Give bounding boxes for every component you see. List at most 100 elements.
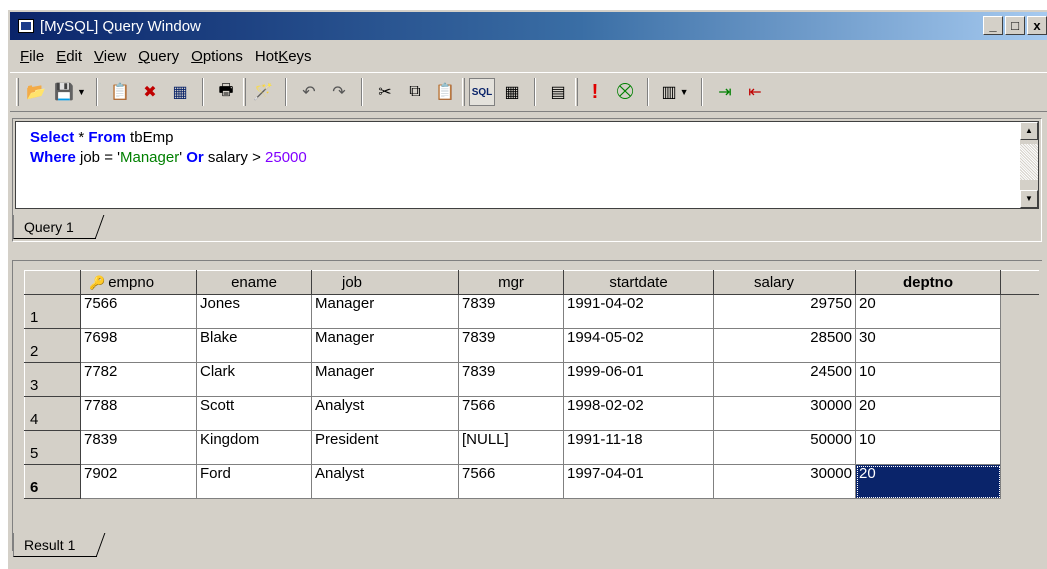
row-number[interactable]: 3 (24, 362, 81, 397)
column-header-empno[interactable]: 🔑 empno (80, 270, 197, 295)
cell-ename[interactable]: Scott (196, 396, 312, 431)
menu-query[interactable]: Query (132, 48, 185, 65)
undo-icon[interactable]: ↶ (296, 78, 322, 106)
open-folder-icon[interactable]: 📂 (23, 78, 49, 106)
cell-deptno[interactable]: 10 (855, 430, 1001, 465)
table-row[interactable]: 1 7566 Jones Manager 7839 1991-04-02 297… (24, 294, 1039, 329)
form-view-icon[interactable]: ▤ (545, 78, 571, 106)
cell-ename[interactable]: Clark (196, 362, 312, 397)
cell-ename[interactable]: Jones (196, 294, 312, 329)
corner-cell[interactable] (24, 270, 81, 295)
toolbar-grip[interactable] (575, 78, 578, 106)
editor-scrollbar[interactable]: ▲ ▼ (1020, 122, 1038, 208)
cell-mgr[interactable]: 7839 (458, 362, 564, 397)
query-editor[interactable]: Select * From tbEmp Where job = 'Manager… (15, 121, 1039, 209)
cell-startdate[interactable]: 1991-04-02 (563, 294, 714, 329)
column-header-startdate[interactable]: startdate (563, 270, 714, 295)
row-number[interactable]: 5 (24, 430, 81, 465)
cell-startdate[interactable]: 1994-05-02 (563, 328, 714, 363)
table-row[interactable]: 2 7698 Blake Manager 7839 1994-05-02 285… (24, 328, 1039, 363)
cell-startdate[interactable]: 1991-11-18 (563, 430, 714, 465)
cell-ename[interactable]: Ford (196, 464, 312, 499)
close-button[interactable]: x (1027, 16, 1047, 35)
print-icon[interactable]: 🖶 (213, 78, 239, 106)
stop-icon[interactable]: ⛒ (612, 78, 638, 106)
cell-mgr[interactable]: 7566 (458, 464, 564, 499)
table-row[interactable]: 3 7782 Clark Manager 7839 1999-06-01 245… (24, 362, 1039, 397)
cut-icon[interactable]: ✂ (372, 78, 398, 106)
column-header-deptno[interactable]: deptno (855, 270, 1001, 295)
delete-row-icon[interactable]: ⇤ (742, 78, 768, 106)
cell-salary[interactable]: 29750 (713, 294, 856, 329)
cell-salary[interactable]: 30000 (713, 464, 856, 499)
row-number[interactable]: 2 (24, 328, 81, 363)
cell-mgr[interactable]: 7839 (458, 294, 564, 329)
insert-row-icon[interactable]: ⇥ (712, 78, 738, 106)
cell-empno[interactable]: 7698 (80, 328, 197, 363)
menu-options[interactable]: Options (185, 48, 249, 65)
cell-ename[interactable]: Kingdom (196, 430, 312, 465)
menu-edit[interactable]: Edit (50, 48, 88, 65)
row-number[interactable]: 4 (24, 396, 81, 431)
new-query-icon[interactable]: 📋 (107, 78, 133, 106)
maximize-button[interactable]: □ (1005, 16, 1025, 35)
cell-job[interactable]: Manager (311, 362, 459, 397)
tab-result-1[interactable]: Result 1 (13, 533, 98, 557)
column-header-mgr[interactable]: mgr (458, 270, 564, 295)
column-header-ename[interactable]: ename (196, 270, 312, 295)
cell-salary[interactable]: 50000 (713, 430, 856, 465)
cell-salary[interactable]: 30000 (713, 396, 856, 431)
table-row[interactable]: 5 7839 Kingdom President [NULL] 1991-11-… (24, 430, 1039, 465)
cell-deptno-selected[interactable]: 20 (855, 464, 1001, 499)
minimize-button[interactable]: _ (983, 16, 1003, 35)
cell-mgr[interactable]: 7839 (458, 328, 564, 363)
cell-ename[interactable]: Blake (196, 328, 312, 363)
cell-empno[interactable]: 7839 (80, 430, 197, 465)
cell-empno[interactable]: 7566 (80, 294, 197, 329)
redo-icon[interactable]: ↷ (326, 78, 352, 106)
cell-startdate[interactable]: 1997-04-01 (563, 464, 714, 499)
menu-view[interactable]: View (88, 48, 132, 65)
title-bar[interactable]: [MySQL] Query Window _ □ x (10, 12, 1047, 40)
cell-mgr[interactable]: [NULL] (458, 430, 564, 465)
cell-startdate[interactable]: 1999-06-01 (563, 362, 714, 397)
cell-deptno[interactable]: 20 (855, 294, 1001, 329)
cell-deptno[interactable]: 10 (855, 362, 1001, 397)
paste-icon[interactable]: 📋 (432, 78, 458, 106)
scroll-track[interactable] (1020, 144, 1038, 180)
menu-hotkeys[interactable]: HotKeys (249, 48, 318, 65)
delete-icon[interactable]: ✖ (137, 78, 163, 106)
cell-job[interactable]: Analyst (311, 396, 459, 431)
cell-job[interactable]: Manager (311, 328, 459, 363)
row-number[interactable]: 6 (24, 464, 81, 499)
cell-deptno[interactable]: 20 (855, 396, 1001, 431)
grid-view-icon[interactable]: ▦ (499, 78, 525, 106)
scroll-down-icon[interactable]: ▼ (1020, 190, 1038, 208)
toolbar-grip[interactable] (16, 78, 19, 106)
cell-startdate[interactable]: 1998-02-02 (563, 396, 714, 431)
column-header-job[interactable]: job (311, 270, 459, 295)
cell-empno[interactable]: 7788 (80, 396, 197, 431)
tab-query-1[interactable]: Query 1 (13, 215, 96, 239)
cell-deptno[interactable]: 30 (855, 328, 1001, 363)
app-icon[interactable] (18, 19, 34, 33)
sql-view-icon[interactable]: SQL (469, 78, 495, 106)
cell-mgr[interactable]: 7566 (458, 396, 564, 431)
toolbar-grip[interactable] (462, 78, 465, 106)
cell-salary[interactable]: 28500 (713, 328, 856, 363)
column-header-salary[interactable]: salary (713, 270, 856, 295)
menu-file[interactable]: File (14, 48, 50, 65)
save-icon[interactable]: 💾 ▼ (53, 78, 87, 106)
cell-job[interactable]: Manager (311, 294, 459, 329)
toolbar-grip[interactable] (243, 78, 246, 106)
execute-icon[interactable]: ! (582, 78, 608, 106)
copy-icon[interactable]: ⧉ (402, 78, 428, 106)
row-number[interactable]: 1 (24, 294, 81, 329)
cell-empno[interactable]: 7902 (80, 464, 197, 499)
wand-icon[interactable]: 🪄 (250, 78, 276, 106)
table-icon[interactable]: ▦ (167, 78, 193, 106)
cell-salary[interactable]: 24500 (713, 362, 856, 397)
scroll-up-icon[interactable]: ▲ (1020, 122, 1038, 140)
cell-job[interactable]: Analyst (311, 464, 459, 499)
table-row[interactable]: 4 7788 Scott Analyst 7566 1998-02-02 300… (24, 396, 1039, 431)
